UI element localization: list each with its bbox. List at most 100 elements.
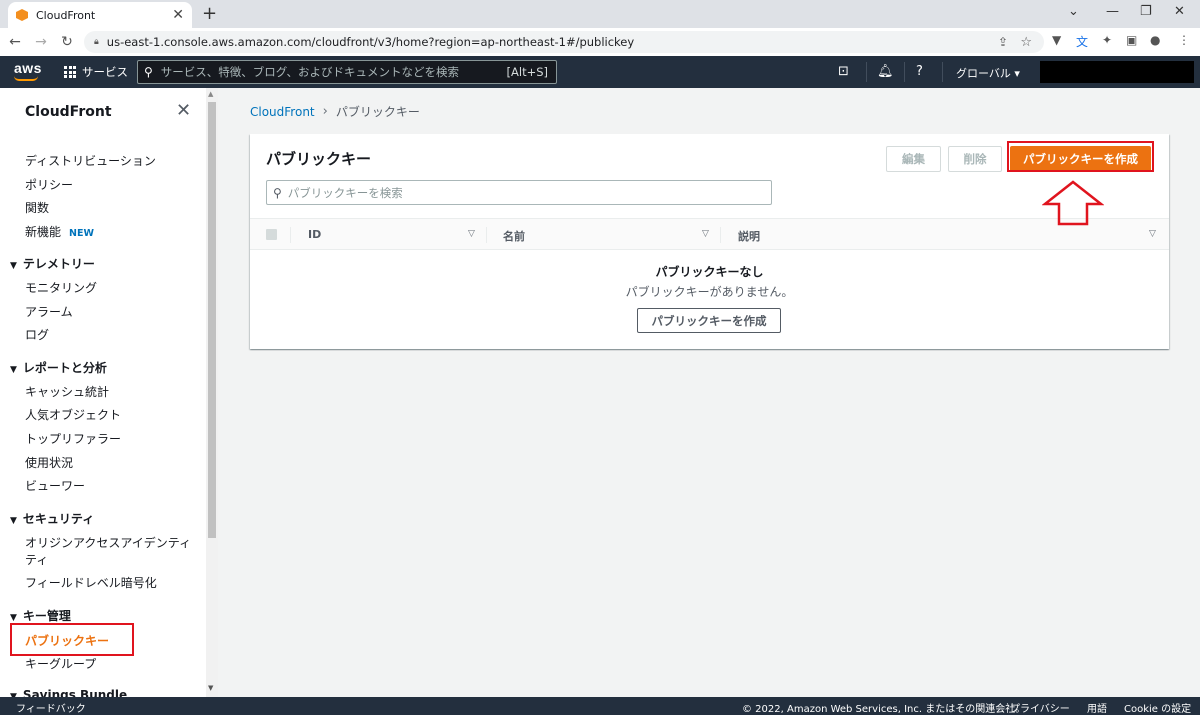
sort-caret-icon[interactable]: ▽ <box>702 229 709 239</box>
notifications-bell-icon[interactable]: 🔔︎ <box>877 64 894 79</box>
nav-divider <box>942 62 943 82</box>
aws-logo-text: aws <box>14 60 42 76</box>
search-icon: ⚲ <box>273 185 282 200</box>
cloudfront-favicon-icon <box>16 9 28 21</box>
caret-down-icon: ▼ <box>10 261 17 271</box>
new-tab-button[interactable]: + <box>202 3 217 24</box>
column-header-id[interactable]: ID <box>308 228 321 241</box>
column-divider <box>720 227 721 243</box>
sidepanel-icon[interactable]: ▣ <box>1126 33 1137 47</box>
column-divider <box>486 227 487 243</box>
caret-down-icon: ▼ <box>10 365 17 375</box>
chevron-right-icon: › <box>322 104 328 119</box>
sidebar-item-oai-wrap[interactable]: ティ <box>25 551 48 568</box>
copyright-text: © 2022, Amazon Web Services, Inc. またはその関… <box>742 704 1026 715</box>
section-title: テレメトリー <box>22 257 95 271</box>
sidebar-item-policies[interactable]: ポリシー <box>25 176 73 193</box>
column-header-description[interactable]: 説明 <box>738 228 760 244</box>
sort-caret-icon[interactable]: ▽ <box>468 229 475 239</box>
column-header-name[interactable]: 名前 <box>503 228 525 244</box>
account-menu-redacted[interactable] <box>1040 61 1194 83</box>
browser-menu-icon[interactable]: ⋮ <box>1178 33 1190 47</box>
empty-state-title: パブリックキーなし <box>655 265 764 279</box>
aws-logo[interactable]: aws <box>14 60 42 81</box>
help-icon[interactable]: ? <box>916 64 923 79</box>
extensions-puzzle-icon[interactable]: ✦ <box>1102 33 1112 47</box>
profile-icon[interactable]: ● <box>1150 33 1160 47</box>
public-key-search-input[interactable]: ⚲ パブリックキーを検索 <box>266 180 772 205</box>
empty-create-public-key-button[interactable]: パブリックキーを作成 <box>637 308 781 333</box>
address-bar[interactable]: 🔒︎ us-east-1.console.aws.amazon.com/clou… <box>84 31 1044 53</box>
sidebar-item-monitoring[interactable]: モニタリング <box>25 279 97 296</box>
back-icon[interactable]: ← <box>4 34 26 50</box>
cloudshell-icon[interactable]: ⊡ <box>838 64 849 79</box>
sort-caret-icon[interactable]: ▽ <box>1149 229 1156 239</box>
extension-v-icon[interactable]: ▼ <box>1052 33 1061 47</box>
sidebar-item-viewers[interactable]: ビューワー <box>25 477 85 494</box>
privacy-link[interactable]: プライバシー <box>1010 700 1070 715</box>
section-key-management[interactable]: ▼ キー管理 <box>10 607 71 624</box>
section-savings-bundle[interactable]: ▼ Savings Bundle <box>10 688 127 697</box>
sidebar-item-field-level-encryption[interactable]: フィールドレベル暗号化 <box>25 574 157 591</box>
minimize-icon[interactable]: — <box>1106 4 1119 19</box>
sidebar-item-usage[interactable]: 使用状況 <box>25 454 73 471</box>
reload-icon[interactable]: ↻ <box>56 34 78 50</box>
browser-toolbar: ← → ↻ 🔒︎ us-east-1.console.aws.amazon.co… <box>0 28 1200 56</box>
terms-link[interactable]: 用語 <box>1087 700 1107 715</box>
section-security[interactable]: ▼ セキュリティ <box>10 510 94 527</box>
feedback-link[interactable]: フィードバック <box>16 700 86 715</box>
section-telemetry[interactable]: ▼ テレメトリー <box>10 255 95 272</box>
search-icon: ⚲ <box>144 65 153 79</box>
breadcrumb-current: パブリックキー <box>335 105 420 119</box>
bookmark-star-icon[interactable]: ☆ <box>1020 35 1032 50</box>
sidebar-item-cache-stats[interactable]: キャッシュ統計 <box>25 383 109 400</box>
sidebar: CloudFront ✕ ディストリビューション ポリシー 関数 新機能 NEW … <box>0 88 206 697</box>
sidebar-item-top-referrers[interactable]: トップリファラー <box>25 430 121 447</box>
sidebar-item-logs[interactable]: ログ <box>25 326 49 343</box>
tab-title: CloudFront <box>36 8 96 22</box>
url-text: us-east-1.console.aws.amazon.com/cloudfr… <box>106 35 635 49</box>
maximize-icon[interactable]: ❐ <box>1140 4 1152 19</box>
services-menu-button[interactable]: サービス <box>64 64 128 80</box>
scroll-down-icon[interactable]: ▼ <box>208 684 213 692</box>
console-footer: フィードバック © 2022, Amazon Web Services, Inc… <box>0 697 1200 715</box>
sidebar-item-alarms[interactable]: アラーム <box>25 303 73 320</box>
sidebar-title: CloudFront <box>25 104 112 120</box>
section-title: キー管理 <box>22 609 71 623</box>
annotation-up-arrow-icon <box>1042 180 1104 226</box>
sidebar-item-oai[interactable]: オリジンアクセスアイデンティ <box>25 534 191 551</box>
scroll-up-icon[interactable]: ▲ <box>208 90 213 98</box>
section-reports[interactable]: ▼ レポートと分析 <box>10 359 107 376</box>
sidebar-item-key-groups[interactable]: キーグループ <box>25 655 96 672</box>
browser-tab[interactable]: CloudFront ✕ <box>8 2 192 28</box>
empty-state-description: パブリックキーがありません。 <box>625 285 794 299</box>
aws-smile-icon <box>14 76 38 81</box>
caret-down-icon: ▼ <box>10 613 17 623</box>
section-title: レポートと分析 <box>22 361 107 375</box>
sidebar-scrollbar-thumb[interactable] <box>208 102 216 538</box>
sidebar-item-distributions[interactable]: ディストリビューション <box>25 152 156 169</box>
edit-button[interactable]: 編集 <box>886 146 941 172</box>
sidebar-close-icon[interactable]: ✕ <box>176 100 191 121</box>
select-all-checkbox[interactable] <box>266 229 277 240</box>
sidebar-item-functions[interactable]: 関数 <box>25 199 49 216</box>
cookie-settings-link[interactable]: Cookie の設定 <box>1124 700 1191 715</box>
breadcrumb-cloudfront[interactable]: CloudFront <box>250 105 315 119</box>
search-shortcut: [Alt+S] <box>506 65 548 79</box>
tab-close-icon[interactable]: ✕ <box>172 7 184 23</box>
aws-search-input[interactable]: ⚲ サービス、特徴、ブログ、およびドキュメントなどを検索 [Alt+S] <box>137 60 557 84</box>
sidebar-item-whats-new[interactable]: 新機能 NEW <box>25 223 94 240</box>
sidebar-item-popular-objects[interactable]: 人気オブジェクト <box>25 406 121 423</box>
nav-divider <box>866 62 867 82</box>
delete-button[interactable]: 削除 <box>948 146 1002 172</box>
region-selector[interactable]: グローバル ▾ <box>956 65 1020 81</box>
translate-icon[interactable]: 文 <box>1076 33 1088 50</box>
close-window-icon[interactable]: ✕ <box>1174 4 1185 19</box>
aws-top-nav: aws サービス ⚲ サービス、特徴、ブログ、およびドキュメントなどを検索 [A… <box>0 56 1200 88</box>
annotation-highlight-public-keys <box>10 623 134 656</box>
tab-search-icon[interactable]: ⌄ <box>1068 4 1079 19</box>
aws-search-placeholder: サービス、特徴、ブログ、およびドキュメントなどを検索 <box>160 65 459 79</box>
forward-icon[interactable]: → <box>30 34 52 50</box>
share-icon[interactable]: ⇪ <box>998 35 1008 49</box>
breadcrumb: CloudFront › パブリックキー <box>250 103 420 120</box>
